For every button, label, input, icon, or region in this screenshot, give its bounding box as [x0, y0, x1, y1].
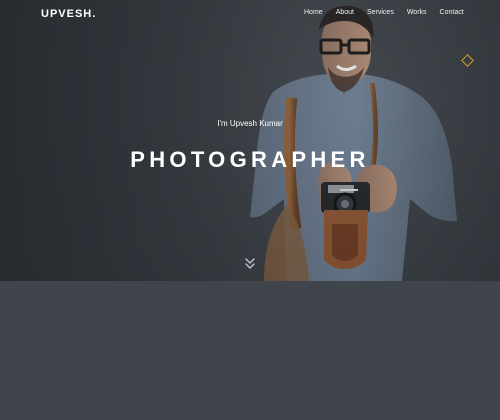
nav-services[interactable]: Services: [367, 9, 394, 16]
nav-home[interactable]: Home: [304, 9, 323, 16]
site-logo[interactable]: UPVESH.: [41, 8, 96, 20]
double-chevron-down-icon[interactable]: [244, 257, 256, 271]
nav-works[interactable]: Works: [407, 9, 427, 16]
below-fold-section: [0, 281, 500, 420]
hero-section: UPVESH. Home About Services Works Contac…: [0, 0, 500, 281]
main-navigation: Home About Services Works Contact: [304, 9, 464, 16]
hero-subtitle: I'm Upvesh Kumar: [217, 119, 283, 128]
hero-dark-overlay: [0, 0, 500, 281]
hero-title: PHOTOGRAPHER: [130, 146, 370, 172]
nav-about[interactable]: About: [336, 9, 354, 16]
nav-contact[interactable]: Contact: [440, 9, 464, 16]
page: UPVESH. Home About Services Works Contac…: [0, 0, 500, 420]
